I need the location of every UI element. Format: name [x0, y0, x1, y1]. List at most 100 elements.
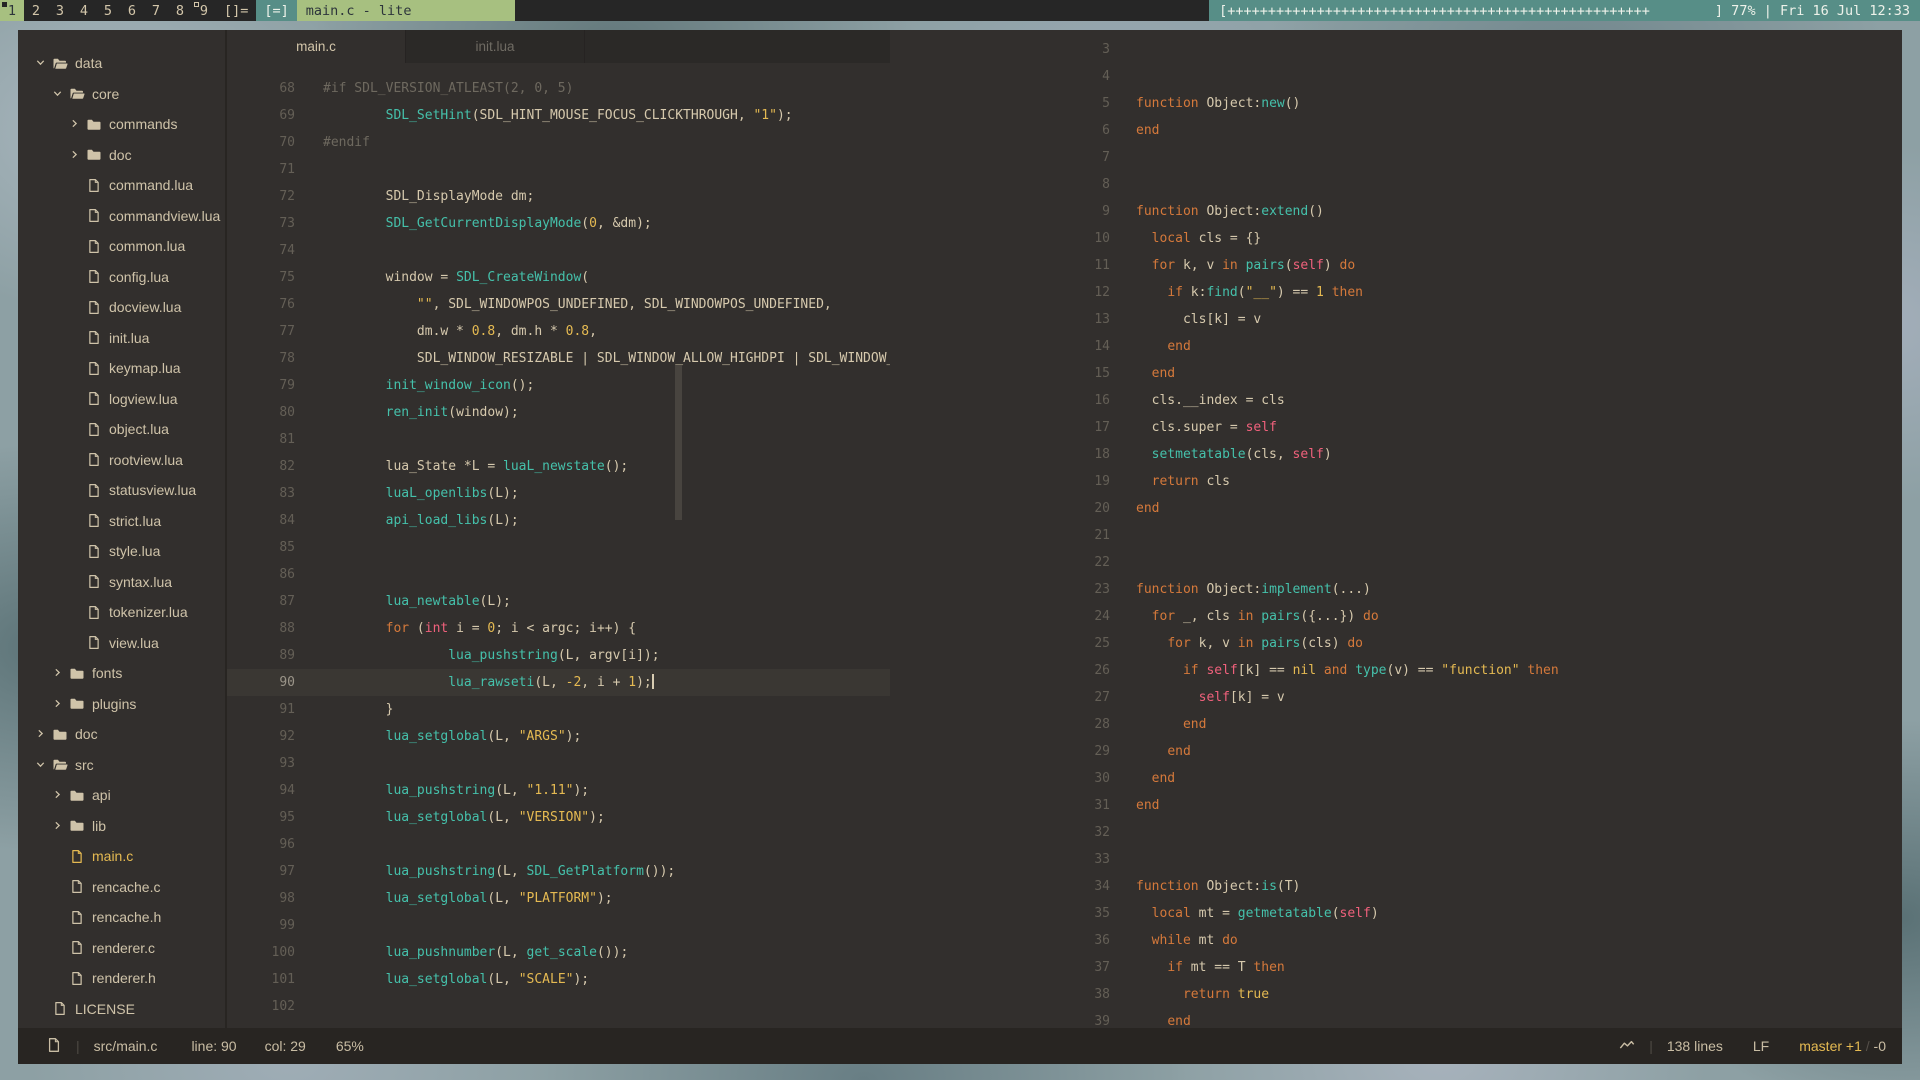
- tree-item-renderer-c[interactable]: renderer.c: [18, 933, 225, 964]
- code-line-34[interactable]: 34function Object:is(T): [890, 873, 1902, 900]
- code-line-22[interactable]: 22: [890, 549, 1902, 576]
- tree-item-style-lua[interactable]: style.lua: [18, 536, 225, 567]
- code-line-5[interactable]: 5function Object:new(): [890, 90, 1902, 117]
- code-line-31[interactable]: 31end: [890, 792, 1902, 819]
- tree-item-core[interactable]: core: [18, 79, 225, 110]
- tree-item-doc[interactable]: doc: [18, 719, 225, 750]
- code-line-13[interactable]: 13 cls[k] = v: [890, 306, 1902, 333]
- code-line-21[interactable]: 21: [890, 522, 1902, 549]
- workspace-tag-2[interactable]: 2: [24, 0, 48, 21]
- tree-item-tokenizer-lua[interactable]: tokenizer.lua: [18, 597, 225, 628]
- tree-item-docview-lua[interactable]: docview.lua: [18, 292, 225, 323]
- tab-main-c[interactable]: main.c: [227, 30, 406, 63]
- code-line-6[interactable]: 6end: [890, 117, 1902, 144]
- code-line-101[interactable]: 101 lua_setglobal(L, "SCALE");: [227, 966, 890, 993]
- tree-item-plugins[interactable]: plugins: [18, 689, 225, 720]
- code-line-19[interactable]: 19 return cls: [890, 468, 1902, 495]
- code-line-9[interactable]: 9function Object:extend(): [890, 198, 1902, 225]
- tree-item-commandview-lua[interactable]: commandview.lua: [18, 201, 225, 232]
- code-line-35[interactable]: 35 local mt = getmetatable(self): [890, 900, 1902, 927]
- tree-item-api[interactable]: api: [18, 780, 225, 811]
- code-line-94[interactable]: 94 lua_pushstring(L, "1.11");: [227, 777, 890, 804]
- code-line-73[interactable]: 73 SDL_GetCurrentDisplayMode(0, &dm);: [227, 210, 890, 237]
- code-line-30[interactable]: 30 end: [890, 765, 1902, 792]
- code-line-15[interactable]: 15 end: [890, 360, 1902, 387]
- tree-item-view-lua[interactable]: view.lua: [18, 628, 225, 659]
- code-line-36[interactable]: 36 while mt do: [890, 927, 1902, 954]
- right-code-area[interactable]: 345function Object:new()6end789function …: [890, 30, 1902, 1028]
- workspace-tag-3[interactable]: 3: [48, 0, 72, 21]
- code-line-12[interactable]: 12 if k:find("__") == 1 then: [890, 279, 1902, 306]
- code-line-25[interactable]: 25 for k, v in pairs(cls) do: [890, 630, 1902, 657]
- code-line-96[interactable]: 96: [227, 831, 890, 858]
- code-line-75[interactable]: 75 window = SDL_CreateWindow(: [227, 264, 890, 291]
- code-line-92[interactable]: 92 lua_setglobal(L, "ARGS");: [227, 723, 890, 750]
- code-line-39[interactable]: 39 end: [890, 1008, 1902, 1028]
- code-line-77[interactable]: 77 dm.w * 0.8, dm.h * 0.8,: [227, 318, 890, 345]
- tree-item-src[interactable]: src: [18, 750, 225, 781]
- code-line-89[interactable]: 89 lua_pushstring(L, argv[i]);: [227, 642, 890, 669]
- tree-item-syntax-lua[interactable]: syntax.lua: [18, 567, 225, 598]
- code-line-98[interactable]: 98 lua_setglobal(L, "PLATFORM");: [227, 885, 890, 912]
- code-line-32[interactable]: 32: [890, 819, 1902, 846]
- code-line-97[interactable]: 97 lua_pushstring(L, SDL_GetPlatform());: [227, 858, 890, 885]
- code-line-8[interactable]: 8: [890, 171, 1902, 198]
- tab-init-lua[interactable]: init.lua: [406, 30, 585, 63]
- code-line-38[interactable]: 38 return true: [890, 981, 1902, 1008]
- code-line-81[interactable]: 81: [227, 426, 890, 453]
- tree-item-doc[interactable]: doc: [18, 140, 225, 171]
- code-line-4[interactable]: 4: [890, 63, 1902, 90]
- scrollbar[interactable]: [675, 365, 682, 520]
- code-line-17[interactable]: 17 cls.super = self: [890, 414, 1902, 441]
- tree-item-statusview-lua[interactable]: statusview.lua: [18, 475, 225, 506]
- code-line-85[interactable]: 85: [227, 534, 890, 561]
- code-line-91[interactable]: 91 }: [227, 696, 890, 723]
- code-line-71[interactable]: 71: [227, 156, 890, 183]
- code-line-20[interactable]: 20end: [890, 495, 1902, 522]
- tree-item-fonts[interactable]: fonts: [18, 658, 225, 689]
- code-line-18[interactable]: 18 setmetatable(cls, self): [890, 441, 1902, 468]
- code-line-23[interactable]: 23function Object:implement(...): [890, 576, 1902, 603]
- tree-item-lib[interactable]: lib: [18, 811, 225, 842]
- tree-item-config-lua[interactable]: config.lua: [18, 262, 225, 293]
- code-line-11[interactable]: 11 for k, v in pairs(self) do: [890, 252, 1902, 279]
- tree-item-keymap-lua[interactable]: keymap.lua: [18, 353, 225, 384]
- code-line-10[interactable]: 10 local cls = {}: [890, 225, 1902, 252]
- code-line-72[interactable]: 72 SDL_DisplayMode dm;: [227, 183, 890, 210]
- code-line-27[interactable]: 27 self[k] = v: [890, 684, 1902, 711]
- code-line-88[interactable]: 88 for (int i = 0; i < argc; i++) {: [227, 615, 890, 642]
- code-line-84[interactable]: 84 api_load_libs(L);: [227, 507, 890, 534]
- code-line-74[interactable]: 74: [227, 237, 890, 264]
- code-line-3[interactable]: 3: [890, 36, 1902, 63]
- code-line-79[interactable]: 79 init_window_icon();: [227, 372, 890, 399]
- code-line-33[interactable]: 33: [890, 846, 1902, 873]
- code-line-26[interactable]: 26 if self[k] == nil and type(v) == "fun…: [890, 657, 1902, 684]
- workspace-tag-7[interactable]: 7: [144, 0, 168, 21]
- tree-item-rootview-lua[interactable]: rootview.lua: [18, 445, 225, 476]
- tree-item-commands[interactable]: commands: [18, 109, 225, 140]
- tree-item-logview-lua[interactable]: logview.lua: [18, 384, 225, 415]
- workspace-tag-9[interactable]: 9: [192, 0, 216, 21]
- code-line-102[interactable]: 102: [227, 993, 890, 1020]
- left-code-area[interactable]: 68#if SDL_VERSION_ATLEAST(2, 0, 5)69 SDL…: [227, 63, 890, 1020]
- tree-item-data[interactable]: data: [18, 48, 225, 79]
- tree-item-license[interactable]: LICENSE: [18, 994, 225, 1025]
- code-line-82[interactable]: 82 lua_State *L = luaL_newstate();: [227, 453, 890, 480]
- code-line-14[interactable]: 14 end: [890, 333, 1902, 360]
- code-line-37[interactable]: 37 if mt == T then: [890, 954, 1902, 981]
- workspace-tag-4[interactable]: 4: [72, 0, 96, 21]
- tree-item-rencache-c[interactable]: rencache.c: [18, 872, 225, 903]
- tree-item-rencache-h[interactable]: rencache.h: [18, 902, 225, 933]
- code-line-95[interactable]: 95 lua_setglobal(L, "VERSION");: [227, 804, 890, 831]
- code-line-29[interactable]: 29 end: [890, 738, 1902, 765]
- code-line-80[interactable]: 80 ren_init(window);: [227, 399, 890, 426]
- code-line-76[interactable]: 76 "", SDL_WINDOWPOS_UNDEFINED, SDL_WIND…: [227, 291, 890, 318]
- code-line-70[interactable]: 70#endif: [227, 129, 890, 156]
- tree-item-common-lua[interactable]: common.lua: [18, 231, 225, 262]
- code-line-28[interactable]: 28 end: [890, 711, 1902, 738]
- code-line-16[interactable]: 16 cls.__index = cls: [890, 387, 1902, 414]
- tree-item-main-c[interactable]: main.c: [18, 841, 225, 872]
- code-line-83[interactable]: 83 luaL_openlibs(L);: [227, 480, 890, 507]
- code-line-68[interactable]: 68#if SDL_VERSION_ATLEAST(2, 0, 5): [227, 75, 890, 102]
- code-line-93[interactable]: 93: [227, 750, 890, 777]
